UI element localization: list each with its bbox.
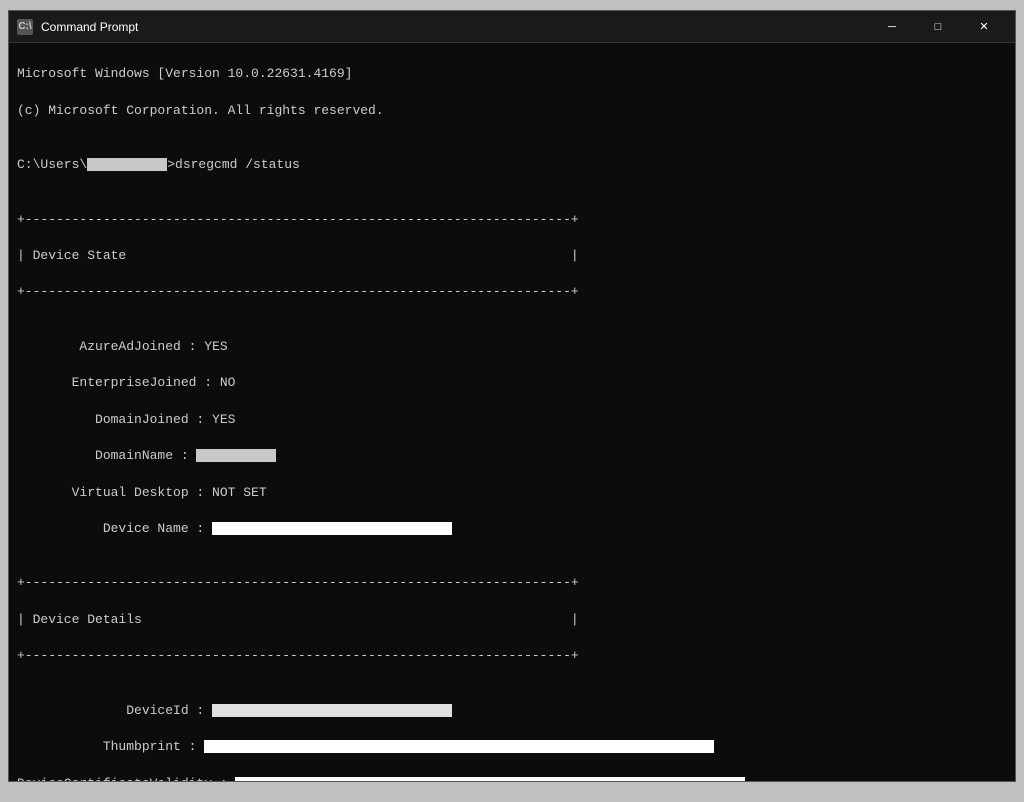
azure-ad-joined: AzureAdJoined : YES xyxy=(17,338,1007,356)
maximize-button[interactable]: □ xyxy=(915,11,961,43)
separator-top: +---------------------------------------… xyxy=(17,211,1007,229)
copyright-line: (c) Microsoft Corporation. All rights re… xyxy=(17,102,1007,120)
separator-device-details-top: +---------------------------------------… xyxy=(17,574,1007,592)
cmd-icon: C:\ xyxy=(17,19,33,35)
window-title: Command Prompt xyxy=(41,20,869,34)
terminal-content[interactable]: Microsoft Windows [Version 10.0.22631.41… xyxy=(9,43,1015,781)
title-bar: C:\ Command Prompt ─ □ ✕ xyxy=(9,11,1015,43)
domain-name: DomainName : xyxy=(17,447,1007,465)
version-line: Microsoft Windows [Version 10.0.22631.41… xyxy=(17,65,1007,83)
window-controls: ─ □ ✕ xyxy=(869,11,1007,43)
command-prompt-line: C:\Users\>dsregcmd /status xyxy=(17,156,1007,174)
device-id-line: DeviceId : xyxy=(17,702,1007,720)
command-prompt-window: C:\ Command Prompt ─ □ ✕ Microsoft Windo… xyxy=(8,10,1016,782)
virtual-desktop: Virtual Desktop : NOT SET xyxy=(17,484,1007,502)
separator-bottom: +---------------------------------------… xyxy=(17,283,1007,301)
section-device-state: | Device State | xyxy=(17,247,1007,265)
separator-device-details-bottom: +---------------------------------------… xyxy=(17,647,1007,665)
minimize-button[interactable]: ─ xyxy=(869,11,915,43)
domain-joined: DomainJoined : YES xyxy=(17,411,1007,429)
device-cert-line: DeviceCertificateValidity : xyxy=(17,775,1007,782)
device-name: Device Name : xyxy=(17,520,1007,538)
close-button[interactable]: ✕ xyxy=(961,11,1007,43)
section-device-details: | Device Details | xyxy=(17,611,1007,629)
enterprise-joined: EnterpriseJoined : NO xyxy=(17,374,1007,392)
thumbprint-line: Thumbprint : xyxy=(17,738,1007,756)
